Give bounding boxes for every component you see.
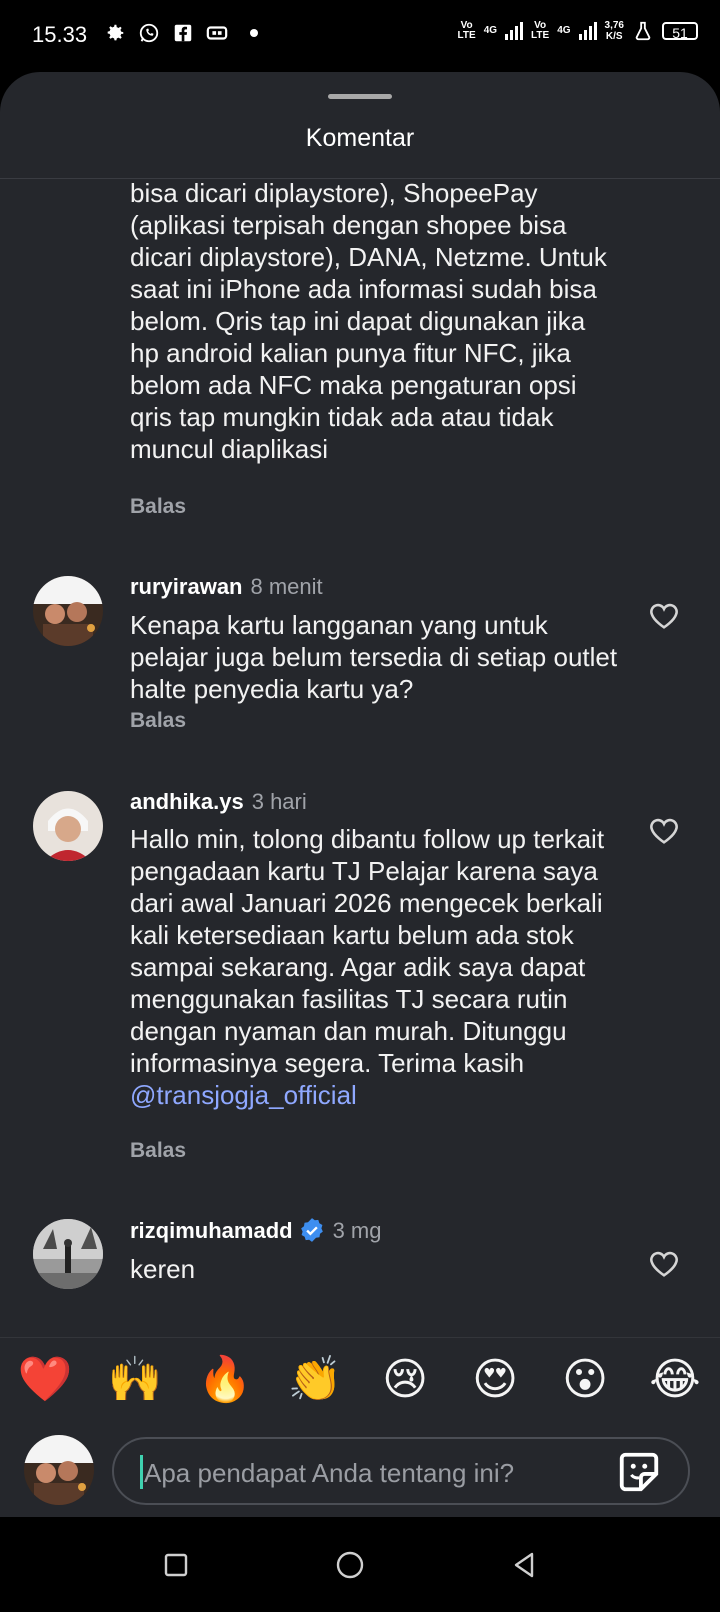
emoji-raised-hands[interactable]: 🙌 [105,1355,165,1405]
reply-button[interactable]: Balas [130,709,186,733]
navigation-bar [0,1517,720,1612]
sticker-icon[interactable] [616,1449,662,1495]
battery-indicator: 51 [662,22,698,41]
avatar-image [24,1435,94,1505]
comment-username[interactable]: ruryirawan 8 menit [130,574,323,600]
signal-icon-2 [578,22,597,40]
avatar-image [33,1219,103,1289]
avatar[interactable] [33,791,103,861]
network-type-1: 4G [483,25,498,36]
comment-time: 8 menit [250,574,323,599]
network-speed: 3,76 K/S [605,20,624,42]
sheet-title: Komentar [305,124,415,152]
comments-list[interactable]: bisa dicari diplaystore), ShopeePay (apl… [0,179,720,1409]
comment-text: keren [130,1254,196,1284]
heart-icon[interactable] [647,599,681,633]
back-button[interactable] [508,1549,540,1581]
status-time: 15.33 [32,22,88,47]
speed-unit: K/S [605,31,623,42]
emoji-heart-eyes[interactable]: 😍 [465,1355,525,1405]
comment-input-wrapper[interactable] [112,1437,690,1505]
reply-button[interactable]: Balas [130,495,186,519]
facebook-icon [174,24,192,42]
comment-username[interactable]: andhika.ys 3 hari [130,789,307,815]
comment-text: Hallo min, tolong dibantu follow up terk… [130,823,620,1111]
comment-time: 3 hari [251,789,307,814]
avatar[interactable] [33,576,103,646]
emoji-surprised[interactable]: 😮 [555,1355,615,1405]
mention-link[interactable]: @transjogja_official [130,1080,357,1110]
my-avatar [24,1435,94,1505]
more-notifications-dot [250,29,258,37]
volte-icon-2: Vo LTE [531,20,550,41]
comment-body: Hallo min, tolong dibantu follow up terk… [130,824,605,1078]
username[interactable]: ruryirawan [130,574,243,599]
whatsapp-icon [139,23,159,43]
reply-button[interactable]: Balas [130,1139,186,1163]
emoji-clap[interactable]: 👏 [285,1355,345,1405]
comment-input[interactable] [142,1452,576,1494]
heart-icon[interactable] [647,1247,681,1281]
emoji-fire[interactable]: 🔥 [195,1355,255,1405]
flask-icon [635,21,651,41]
notification-icons [104,22,258,44]
home-button[interactable] [334,1549,366,1581]
recents-button[interactable] [160,1549,192,1581]
avatar[interactable] [33,1219,103,1289]
settings-icon [107,24,124,41]
emoji-heart[interactable]: ❤️ [15,1355,75,1405]
comment-text: bisa dicari diplaystore), ShopeePay (apl… [130,179,607,464]
status-bar: 15.33 Vo LTE 4G Vo LTE 4G 3,76 K/S 51 [0,0,720,72]
username[interactable]: andhika.ys [130,789,244,814]
volte-icon: Vo LTE [457,20,476,41]
username[interactable]: rizqimuhamadd [130,1218,293,1243]
emoji-laughing[interactable]: 😂 [645,1355,705,1405]
cast-icon [206,26,228,40]
comment-username[interactable]: rizqimuhamadd 3 mg [130,1217,382,1244]
avatar-image [33,791,103,861]
speed-value: 3,76 [604,20,624,31]
drag-handle[interactable] [328,94,392,99]
avatar-image [33,576,103,646]
comments-sheet: Komentar bisa dicari diplaystore), Shope… [0,72,720,1516]
emoji-reaction-bar: ❤️ 🙌 🔥 👏 😢 😍 😮 😂 [0,1337,720,1422]
heart-icon[interactable] [647,814,681,848]
comment-text: Kenapa kartu langganan yang untuk pelaja… [130,610,618,704]
comment-time: 3 mg [332,1218,382,1243]
verified-badge-icon [300,1218,323,1242]
signal-icon-1 [505,22,524,40]
system-icons: Vo LTE 4G Vo LTE 4G 3,76 K/S 51 [458,20,698,42]
network-type-2: 4G [557,25,571,36]
comment-composer [0,1421,720,1517]
emoji-crying[interactable]: 😢 [375,1355,435,1405]
